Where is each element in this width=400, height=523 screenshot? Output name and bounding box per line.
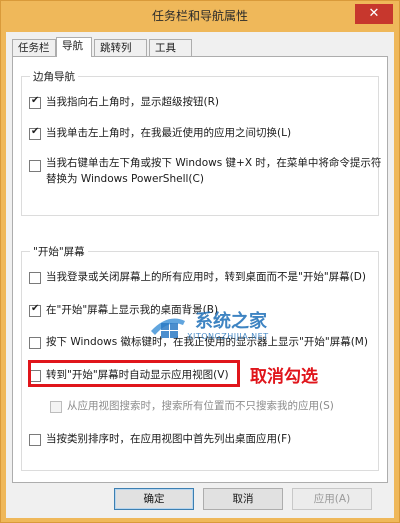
show-charms-checkbox[interactable] [29,95,41,109]
switch-apps-label[interactable]: 当我单击左上角时，在我最近使用的应用之间切换(L) [46,126,291,141]
watermark-text: 系统之家 [195,311,267,332]
desktop-apps-first-checkbox[interactable] [29,434,41,446]
powershell-label-line1[interactable]: 当我右键单击左下角或按下 Windows 键+X 时，在菜单中将命令提示符 [46,156,381,171]
dialog-client-area: 任务栏 导航 跳转列表 工具栏 边角导航 当我指向右上角时，显示超级按钮(R) … [6,32,394,518]
cancel-button[interactable]: 取消 [203,488,283,510]
powershell-checkbox[interactable] [29,160,41,172]
watermark-subtext: XITONGZHIJIA.NET [187,332,269,341]
navigation-tab-panel: 边角导航 当我指向右上角时，显示超级按钮(R) 当我单击左上角时，在我最近使用的… [12,56,388,483]
window-title: 任务栏和导航属性 [151,9,248,23]
powershell-label-line2[interactable]: 替换为 Windows PowerShell(C) [46,172,204,187]
search-everywhere-label[interactable]: 从应用视图搜索时，搜索所有位置而不只搜索我的应用(S) [67,399,334,414]
corner-navigation-heading: 边角导航 [30,69,78,84]
tab-toolbars[interactable]: 工具栏 [149,39,192,70]
start-screen-heading: "开始"屏幕 [30,244,88,259]
switch-apps-checkbox[interactable] [29,126,41,140]
site-watermark: 系统之家 XITONGZHIJIA.NET [119,305,319,349]
go-to-desktop-checkbox[interactable] [29,272,41,284]
apply-button[interactable]: 应用(A) [292,488,372,510]
close-icon: ✕ [368,6,380,21]
close-button[interactable]: ✕ [355,4,393,24]
tab-navigation[interactable]: 导航 [56,37,92,57]
dialog-window: 任务栏和导航属性 ✕ 任务栏 导航 跳转列表 工具栏 边角导航 当我指向右上角时… [0,0,400,523]
highlight-box [28,360,240,387]
search-everywhere-checkbox[interactable] [50,401,62,413]
ok-button[interactable]: 确定 [114,488,194,510]
desktop-background-checkbox[interactable] [29,303,41,317]
go-to-desktop-label[interactable]: 当我登录或关闭屏幕上的所有应用时，转到桌面而不是"开始"屏幕(D) [46,270,366,285]
show-charms-label[interactable]: 当我指向右上角时，显示超级按钮(R) [46,95,219,110]
tab-taskbar[interactable]: 任务栏 [12,39,56,56]
title-bar[interactable]: 任务栏和导航属性 ✕ [1,1,399,31]
start-on-active-display-checkbox[interactable] [29,337,41,349]
tab-jump-lists[interactable]: 跳转列表 [94,39,147,70]
watermark-logo-icon [151,318,185,338]
uncheck-annotation: 取消勾选 [250,367,318,387]
desktop-apps-first-label[interactable]: 当按类别排序时，在应用视图中首先列出桌面应用(F) [46,432,291,447]
